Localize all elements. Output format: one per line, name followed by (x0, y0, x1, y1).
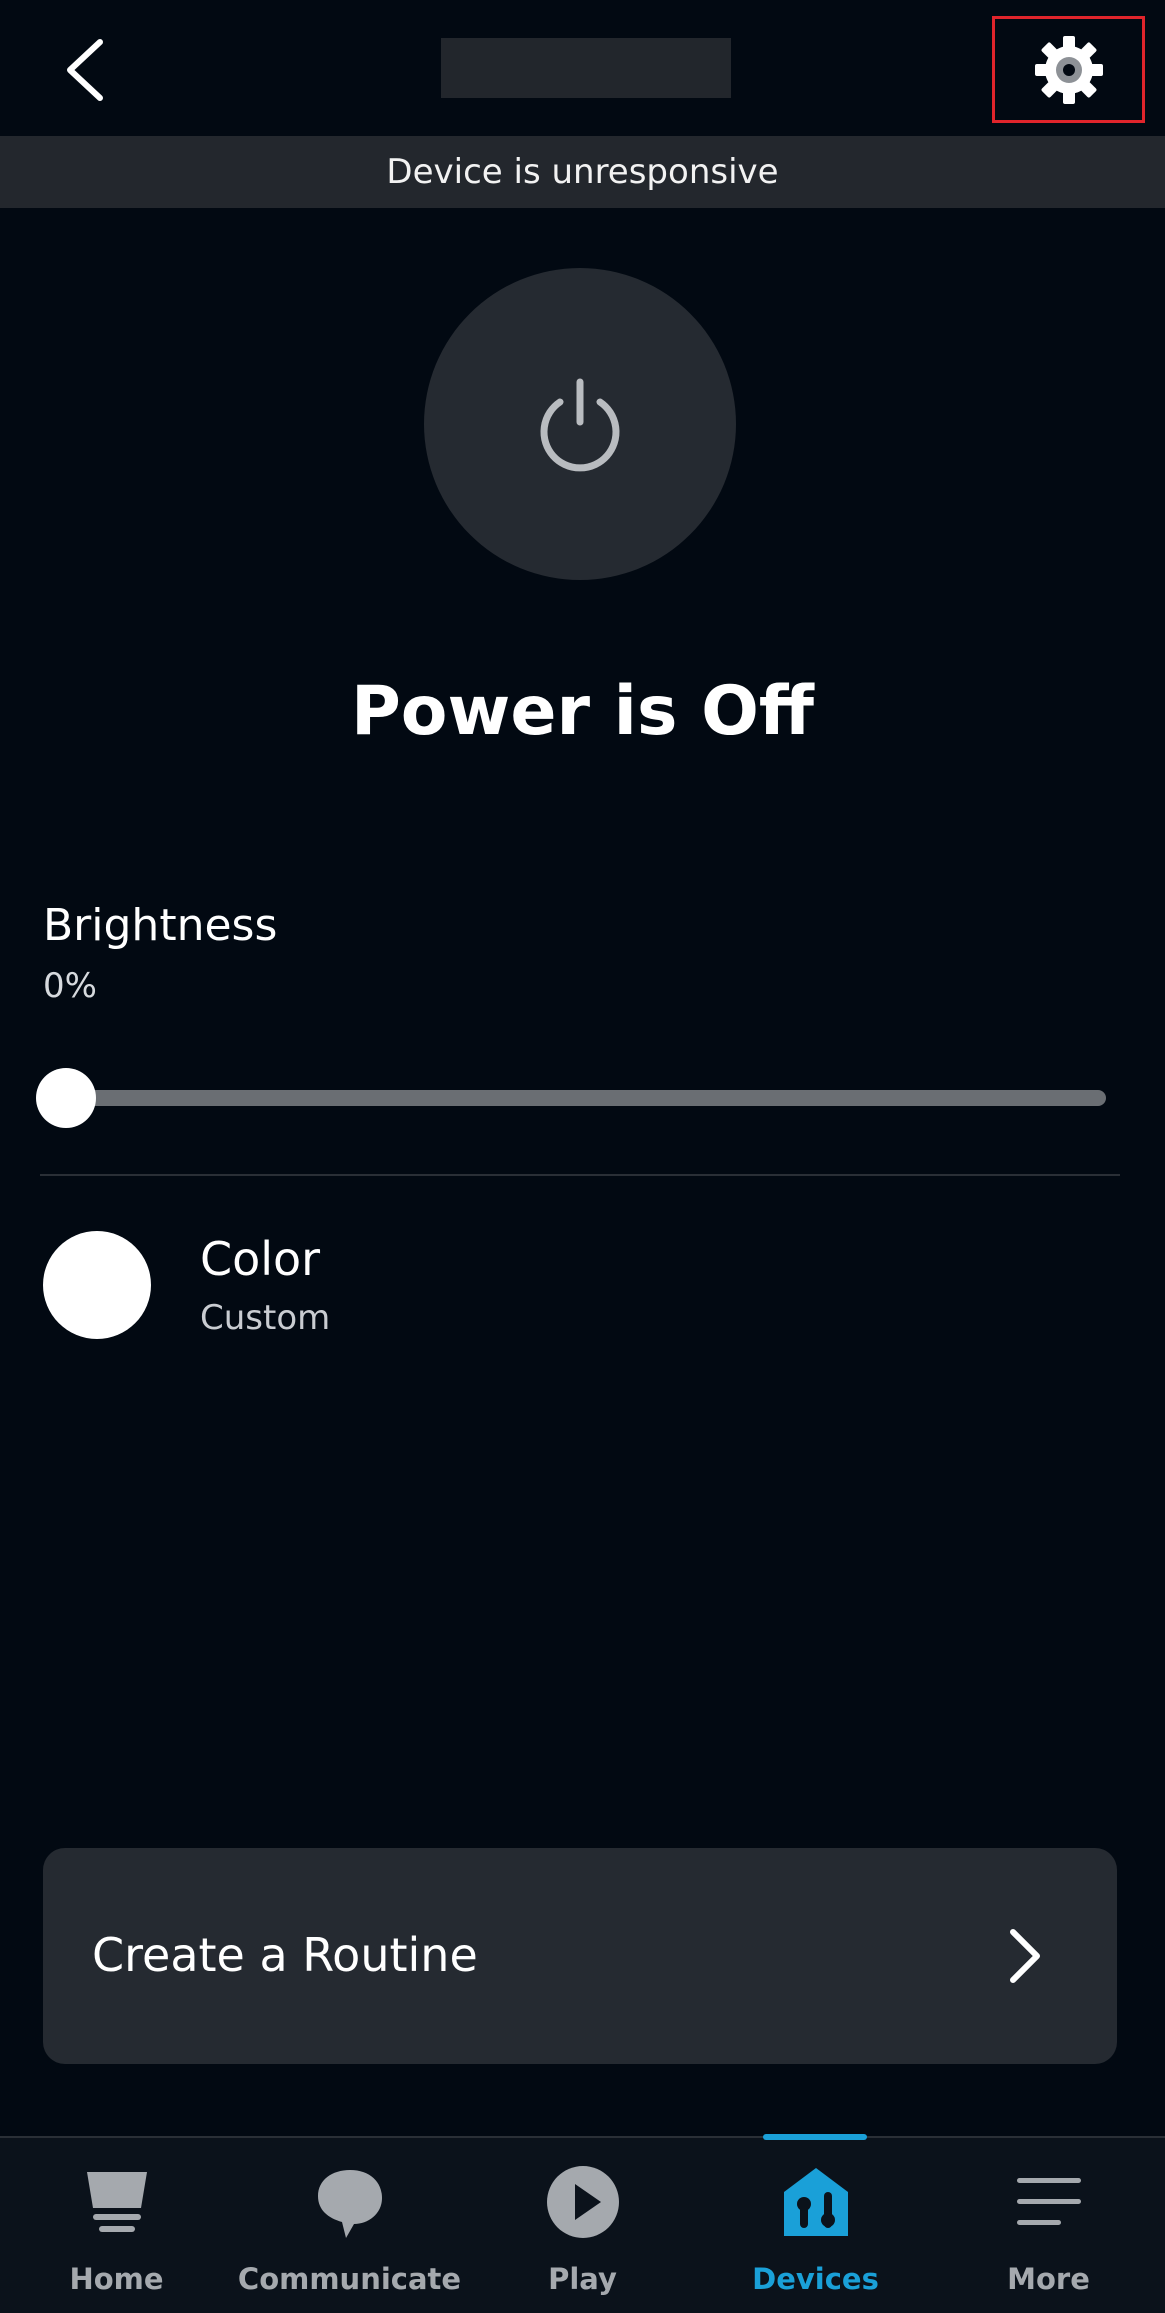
chat-bubble-icon (317, 2170, 382, 2238)
bottom-nav: Home Communicate Play Devices More (0, 2134, 1165, 2313)
nav-item-home[interactable]: Home (0, 2138, 233, 2313)
power-icon (540, 378, 620, 472)
status-text: Device is unresponsive (386, 152, 779, 192)
chevron-left-icon (67, 39, 103, 101)
nav-label-devices: Devices (752, 2262, 879, 2296)
settings-button[interactable] (992, 16, 1145, 123)
menu-icon (1016, 2178, 1081, 2225)
color-label: Color (200, 1232, 321, 1286)
nav-item-devices[interactable]: Devices (699, 2138, 932, 2313)
chevron-right-icon (1010, 1929, 1040, 1983)
routine-label: Create a Routine (92, 1928, 478, 1982)
color-value: Custom (200, 1298, 331, 1338)
brightness-slider[interactable] (36, 1068, 1118, 1128)
slider-thumb[interactable] (36, 1068, 96, 1128)
slider-track[interactable] (66, 1090, 1106, 1106)
color-row[interactable]: Color Custom (40, 1222, 1120, 1352)
back-button[interactable] (48, 30, 128, 110)
power-toggle-button[interactable] (424, 268, 736, 580)
gear-icon (1034, 35, 1103, 104)
status-banner: Device is unresponsive (0, 136, 1165, 208)
brightness-value: 0% (43, 966, 97, 1006)
create-routine-button[interactable]: Create a Routine (43, 1848, 1117, 2064)
header (0, 0, 1165, 136)
home-icon (86, 2172, 147, 2232)
nav-item-communicate[interactable]: Communicate (233, 2138, 466, 2313)
brightness-label: Brightness (43, 900, 278, 951)
nav-label-home: Home (69, 2262, 164, 2296)
play-icon (546, 2166, 619, 2238)
nav-label-play: Play (548, 2262, 617, 2296)
power-state-text: Power is Off (350, 672, 815, 751)
device-title-redacted (441, 38, 731, 98)
nav-item-play[interactable]: Play (466, 2138, 699, 2313)
divider (40, 1174, 1120, 1176)
devices-icon (783, 2168, 848, 2236)
device-screen: Device is unresponsive Power is Off Brig… (0, 0, 1165, 2313)
nav-label-communicate: Communicate (237, 2262, 462, 2296)
nav-label-more: More (1007, 2262, 1090, 2296)
nav-item-more[interactable]: More (932, 2138, 1165, 2313)
color-swatch[interactable] (43, 1231, 151, 1339)
